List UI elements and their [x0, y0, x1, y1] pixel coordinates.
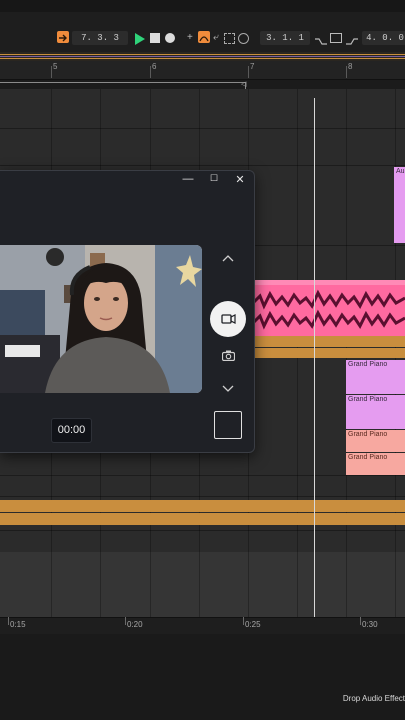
video-capture-button[interactable] [210, 301, 246, 337]
track-divider [0, 496, 405, 497]
bar-number: 7 [250, 62, 255, 71]
last-capture-thumbnail[interactable] [214, 411, 242, 439]
audio-clip-pink[interactable] [252, 280, 405, 336]
minimize-icon[interactable]: — [181, 173, 195, 185]
video-camera-icon [221, 314, 236, 324]
playhead [314, 98, 315, 618]
time-label: 0:25 [245, 620, 261, 629]
loop-end-marker-icon[interactable]: ◁ [241, 80, 246, 88]
stop-icon[interactable] [150, 33, 160, 43]
time-label: 0:30 [362, 620, 378, 629]
arrangement-position-field[interactable]: 7. 3. 3 [72, 31, 128, 45]
session-record-icon[interactable] [238, 33, 249, 44]
midi-clip-grand-piano[interactable]: Grand Piano [346, 453, 405, 475]
webcam-feed-image [0, 245, 202, 393]
re-enable-automation-icon[interactable]: ⤶ [213, 31, 219, 45]
midi-clip-tan[interactable] [0, 500, 405, 512]
camera-preview [0, 245, 202, 393]
recording-timer: 00:00 [51, 418, 92, 443]
time-label: 0:15 [10, 620, 26, 629]
track-divider [0, 165, 405, 166]
clip-label: Grand Piano [348, 361, 388, 368]
bar-number: 8 [348, 62, 353, 71]
punch-in-icon[interactable] [315, 33, 327, 51]
midi-clip-grand-piano[interactable]: Grand Piano [346, 395, 405, 429]
bar-number: 5 [53, 62, 58, 71]
midi-clip-grand-piano[interactable]: Grand Piano [346, 430, 405, 452]
arrangement-overview[interactable] [0, 52, 405, 61]
bar-line [150, 66, 151, 78]
play-icon[interactable] [134, 32, 145, 50]
empty-track-lane[interactable] [0, 552, 405, 617]
top-strip [0, 0, 405, 12]
maximize-icon[interactable]: ☐ [207, 173, 221, 184]
track-divider [0, 128, 405, 129]
track-divider [0, 475, 405, 476]
clip-label: Grand Piano [348, 431, 388, 438]
follow-toggle-icon[interactable] [57, 31, 69, 43]
photo-mode-icon[interactable] [221, 348, 236, 366]
track-divider [0, 530, 405, 531]
waveform [252, 280, 405, 330]
time-label: 0:20 [127, 620, 143, 629]
automation-arm-icon[interactable] [198, 31, 210, 43]
bar-number: 6 [152, 62, 157, 71]
midi-clip-tan[interactable] [254, 348, 405, 358]
loop-length-field[interactable]: 4. 0. 0 [362, 31, 405, 45]
bar-line [346, 66, 347, 78]
time-ruler[interactable] [0, 617, 405, 634]
bar-line [51, 66, 52, 78]
clip-label: Grand Piano [348, 396, 388, 403]
loop-start-field[interactable]: 3. 1. 1 [260, 31, 310, 45]
close-icon[interactable]: ✕ [233, 173, 247, 186]
capture-midi-icon[interactable] [224, 33, 235, 44]
audio-clip[interactable]: Au [394, 167, 405, 243]
drop-audio-effect-hint: Drop Audio Effect [342, 694, 405, 703]
beat-time-ruler[interactable] [0, 61, 405, 80]
detail-view[interactable] [0, 634, 405, 720]
midi-clip-tan[interactable] [0, 513, 405, 525]
clip-label: Au [396, 168, 405, 175]
punch-out-icon[interactable] [346, 33, 358, 51]
clip-label: Grand Piano [348, 454, 388, 461]
chevron-up-icon[interactable] [222, 249, 234, 267]
record-icon[interactable] [165, 33, 175, 43]
midi-clip-tan[interactable] [254, 336, 405, 347]
bar-line [248, 66, 249, 78]
overdub-icon[interactable]: + [187, 31, 193, 45]
loop-switch-icon[interactable] [330, 33, 342, 43]
midi-clip-grand-piano[interactable]: Grand Piano [346, 360, 405, 394]
chevron-down-icon[interactable] [222, 380, 234, 398]
